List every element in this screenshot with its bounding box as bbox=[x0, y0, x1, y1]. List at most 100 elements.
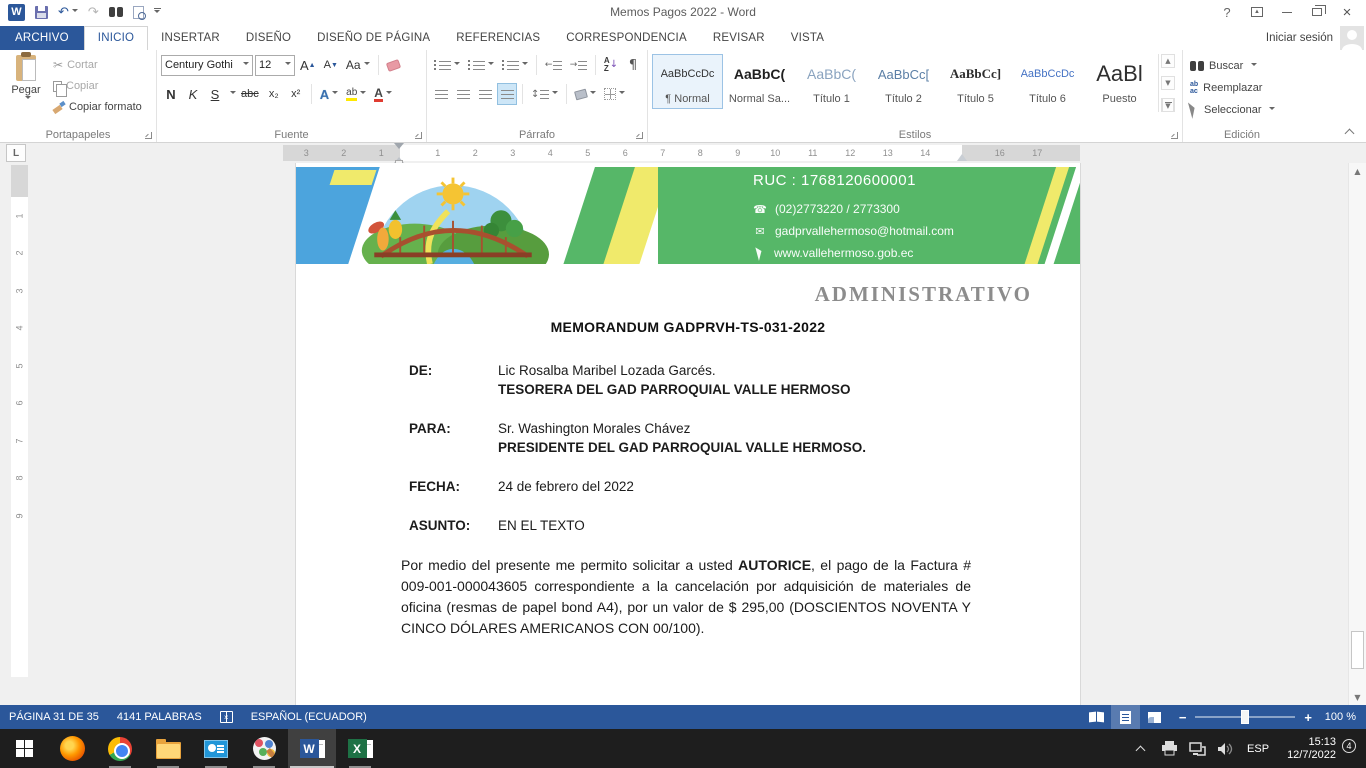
shading-button[interactable] bbox=[572, 83, 599, 105]
tray-printer[interactable] bbox=[1157, 729, 1181, 768]
tab-inicio[interactable]: INICIO bbox=[84, 26, 148, 50]
scroll-up-button[interactable]: ▲ bbox=[1349, 163, 1366, 179]
word-app-icon[interactable]: W bbox=[8, 4, 25, 21]
tray-language[interactable]: ESP bbox=[1241, 729, 1275, 768]
format-painter-button[interactable]: Copiar formato bbox=[50, 98, 145, 116]
superscript-button[interactable]: x² bbox=[286, 83, 306, 105]
tray-expand-button[interactable] bbox=[1129, 729, 1153, 768]
zoom-slider[interactable] bbox=[1195, 716, 1295, 718]
taskbar-firefox[interactable] bbox=[48, 729, 96, 768]
ribbon-display-options-button[interactable]: ▲ bbox=[1242, 1, 1272, 23]
change-case-button[interactable]: Aa bbox=[343, 54, 373, 76]
font-size-combobox[interactable]: 12 bbox=[255, 55, 295, 76]
tab-correspondencia[interactable]: CORRESPONDENCIA bbox=[553, 27, 700, 50]
read-mode-button[interactable] bbox=[1082, 705, 1111, 729]
grow-font-button[interactable]: A▲ bbox=[297, 54, 319, 76]
italic-button[interactable]: K bbox=[183, 83, 203, 105]
subscript-button[interactable]: x₂ bbox=[264, 83, 284, 105]
borders-button[interactable] bbox=[601, 83, 628, 105]
taskbar-paint[interactable] bbox=[240, 729, 288, 768]
word-count[interactable]: 4141 PALABRAS bbox=[108, 705, 211, 729]
print-layout-button[interactable] bbox=[1111, 705, 1140, 729]
vertical-ruler[interactable]: 123456789 bbox=[11, 165, 28, 705]
zoom-in-button[interactable]: + bbox=[1304, 710, 1312, 725]
select-button[interactable]: Seleccionar bbox=[1187, 100, 1297, 119]
clear-formatting-button[interactable] bbox=[384, 54, 404, 76]
text-effects-button[interactable]: A bbox=[317, 83, 341, 105]
restore-button[interactable] bbox=[1302, 1, 1332, 23]
vertical-scrollbar[interactable]: ▲ ▼ bbox=[1348, 163, 1366, 705]
dialog-launcher-estilos[interactable] bbox=[1171, 132, 1178, 139]
bullets-button[interactable] bbox=[431, 54, 463, 76]
style-normal[interactable]: AaBbCcDc¶ Normal bbox=[652, 54, 723, 109]
tab-insertar[interactable]: INSERTAR bbox=[148, 27, 233, 50]
style-titulo-6[interactable]: AaBbCcDcTítulo 6 bbox=[1012, 54, 1083, 109]
align-right-button[interactable] bbox=[475, 83, 495, 105]
tab-stop-selector[interactable]: L bbox=[6, 144, 26, 162]
underline-dropdown-icon[interactable] bbox=[230, 91, 236, 97]
scrollbar-thumb[interactable] bbox=[1351, 631, 1364, 669]
tab-referencias[interactable]: REFERENCIAS bbox=[443, 27, 553, 50]
taskbar-excel[interactable]: X bbox=[336, 729, 384, 768]
scroll-down-button[interactable]: ▼ bbox=[1349, 689, 1366, 705]
zoom-out-button[interactable]: − bbox=[1179, 710, 1187, 725]
find-button[interactable]: Buscar bbox=[1187, 56, 1297, 75]
dialog-launcher-parrafo[interactable] bbox=[636, 132, 643, 139]
align-center-button[interactable] bbox=[453, 83, 473, 105]
proofing-status[interactable]: × bbox=[211, 705, 242, 729]
tab-archivo[interactable]: ARCHIVO bbox=[0, 26, 84, 50]
web-layout-button[interactable] bbox=[1140, 705, 1169, 729]
tab-diseno-de-pagina[interactable]: DISEÑO DE PÁGINA bbox=[304, 27, 443, 50]
right-indent-marker[interactable] bbox=[957, 149, 967, 161]
justify-button[interactable] bbox=[497, 83, 517, 105]
redo-button[interactable]: ↷ bbox=[88, 5, 99, 20]
decrease-indent-button[interactable]: ← bbox=[542, 54, 565, 76]
styles-scroll-up-button[interactable]: ▲ bbox=[1161, 54, 1175, 68]
copy-button[interactable]: Copiar bbox=[50, 77, 145, 95]
document-page[interactable]: RUC : 1768120600001 ☎(02)2773220 / 27733… bbox=[295, 163, 1081, 705]
page-indicator[interactable]: PÁGINA 31 DE 35 bbox=[0, 705, 108, 729]
tray-clock[interactable]: 15:13 12/7/2022 bbox=[1279, 736, 1344, 762]
replace-button[interactable]: abacReemplazar bbox=[1187, 78, 1297, 97]
increase-indent-button[interactable]: → bbox=[567, 54, 590, 76]
show-paragraph-marks-button[interactable]: ¶ bbox=[623, 54, 643, 76]
find-button-qat[interactable] bbox=[109, 7, 123, 17]
collapse-ribbon-button[interactable] bbox=[1345, 127, 1354, 136]
paste-button[interactable]: Pegar bbox=[6, 53, 46, 116]
sign-in-button[interactable]: Iniciar sesión bbox=[1266, 26, 1366, 50]
align-left-button[interactable] bbox=[431, 83, 451, 105]
shrink-font-button[interactable]: A▼ bbox=[321, 54, 341, 76]
zoom-slider-thumb[interactable] bbox=[1241, 710, 1249, 724]
cut-button[interactable]: ✂Cortar bbox=[50, 56, 145, 74]
style-titulo-2[interactable]: AaBbCc[Título 2 bbox=[868, 54, 939, 109]
zoom-level[interactable]: 100 % bbox=[1322, 711, 1366, 723]
tray-volume[interactable] bbox=[1213, 729, 1237, 768]
dialog-launcher-portapapeles[interactable] bbox=[145, 132, 152, 139]
customize-qat-button[interactable] bbox=[154, 8, 161, 16]
strikethrough-button[interactable]: abc bbox=[238, 83, 262, 105]
styles-scroll-down-button[interactable]: ▼ bbox=[1161, 76, 1175, 90]
font-family-combobox[interactable]: Century Gothi bbox=[161, 55, 253, 76]
line-spacing-button[interactable]: ↕ bbox=[528, 83, 561, 105]
font-color-button[interactable]: A bbox=[371, 83, 395, 105]
language-indicator[interactable]: ESPAÑOL (ECUADOR) bbox=[242, 705, 376, 729]
tab-diseno[interactable]: DISEÑO bbox=[233, 27, 304, 50]
taskbar-word[interactable]: W bbox=[288, 729, 336, 768]
sort-button[interactable]: AZ↓ bbox=[601, 54, 621, 76]
underline-button[interactable]: S bbox=[205, 83, 225, 105]
close-button[interactable]: × bbox=[1332, 1, 1362, 23]
minimize-button[interactable] bbox=[1272, 1, 1302, 23]
taskbar-system-tool[interactable] bbox=[192, 729, 240, 768]
text-highlight-button[interactable]: ab bbox=[343, 83, 369, 105]
style-normal-sa[interactable]: AaBbC(Normal Sa... bbox=[724, 54, 795, 109]
tray-network[interactable] bbox=[1185, 729, 1209, 768]
dialog-launcher-fuente[interactable] bbox=[415, 132, 422, 139]
style-puesto[interactable]: AaBlPuesto bbox=[1084, 54, 1155, 109]
style-titulo-5[interactable]: AaBbCc]Título 5 bbox=[940, 54, 1011, 109]
styles-more-button[interactable]: ▼ bbox=[1161, 98, 1175, 112]
style-titulo-1[interactable]: AaBbC(Título 1 bbox=[796, 54, 867, 109]
taskbar-chrome[interactable] bbox=[96, 729, 144, 768]
multilevel-list-button[interactable] bbox=[499, 54, 531, 76]
tab-revisar[interactable]: REVISAR bbox=[700, 27, 778, 50]
numbering-button[interactable] bbox=[465, 54, 497, 76]
